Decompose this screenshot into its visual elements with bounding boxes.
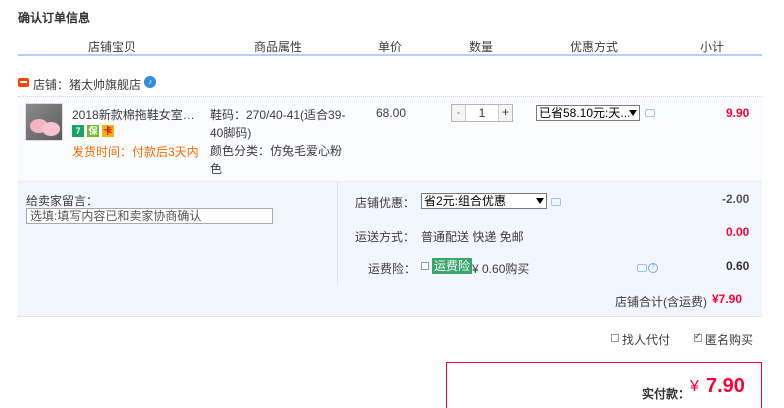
payment-currency: ¥ xyxy=(690,378,699,395)
insurance-label: 运费险： xyxy=(368,262,417,276)
seller-message-label: 给卖家留言： xyxy=(26,194,99,208)
product-name-link[interactable]: 2018新款棉拖鞋女室内... xyxy=(72,106,204,123)
payment-label: 实付款： xyxy=(642,387,691,401)
anonymous-checkbox[interactable] xyxy=(694,331,702,342)
payment-amount: 7.90 xyxy=(706,375,745,397)
item-discount-select[interactable]: 已省58.10元:天... xyxy=(536,105,640,121)
shop-icon xyxy=(18,78,29,87)
guarantee-icon[interactable]: 保 xyxy=(87,125,99,137)
shop-total-label: 店铺合计(含运费) xyxy=(615,295,707,309)
seven-day-return-icon[interactable]: 7 xyxy=(72,125,84,137)
header-shop-item: 店铺宝贝 xyxy=(88,40,137,54)
insurance-value: 0.60 xyxy=(726,259,750,273)
header-unit-price: 单价 xyxy=(378,40,403,54)
shop-name-link[interactable]: 店铺：猪太帅旗舰店 xyxy=(33,76,141,93)
shipping-method-value: 普通配送 快递 免邮 xyxy=(421,230,524,244)
note-icon[interactable] xyxy=(551,198,561,206)
shipping-cost: 0.00 xyxy=(726,225,750,239)
shop-discount-selected: 省2元:组合优惠 xyxy=(424,194,507,208)
sku-size: 鞋码：270/40-41(适合39-40脚码) xyxy=(210,108,346,140)
product-attributes: 鞋码：270/40-41(适合39-40脚码) 颜色分类：仿兔毛爱心粉色 xyxy=(210,106,350,178)
shop-discount-select[interactable]: 省2元:组合优惠 xyxy=(421,193,547,209)
page-title: 确认订单信息 xyxy=(18,11,91,25)
proxy-pay-label[interactable]: 找人代付 xyxy=(622,331,670,348)
sku-color: 颜色分类：仿兔毛爱心粉色 xyxy=(210,144,343,176)
header-attributes: 商品属性 xyxy=(254,40,303,54)
quantity-decrease-button[interactable]: - xyxy=(452,105,466,121)
proxy-pay-checkbox[interactable] xyxy=(611,334,619,342)
unit-price: 68.00 xyxy=(376,106,407,120)
header-discount-method: 优惠方式 xyxy=(570,40,619,54)
anonymous-label[interactable]: 匿名购买 xyxy=(705,331,753,348)
note-icon[interactable] xyxy=(637,264,647,272)
quantity-input[interactable]: 1 xyxy=(467,106,497,120)
shop-discount-value: -2.00 xyxy=(722,192,750,206)
table-header: 店铺宝贝 商品属性 单价 数量 优惠方式 小计 xyxy=(18,32,762,56)
item-discount-value: 已省58.10元:天... xyxy=(539,106,631,120)
shop-total-value: ¥7.90 xyxy=(712,292,743,306)
quantity-stepper[interactable]: - 1 + xyxy=(451,104,513,122)
help-icon[interactable]: ? xyxy=(648,263,658,273)
insurance-checkbox[interactable] xyxy=(421,262,429,270)
header-quantity: 数量 xyxy=(469,40,494,54)
shop-discount-label: 店铺优惠： xyxy=(355,196,416,210)
chat-icon[interactable]: ♪ xyxy=(144,76,156,88)
chevron-down-icon xyxy=(536,198,544,204)
insurance-price: ¥ 0.60购买 xyxy=(472,262,530,276)
product-thumbnail[interactable] xyxy=(25,103,63,141)
extras-divider xyxy=(337,182,338,285)
chevron-down-icon xyxy=(629,110,637,116)
note-icon[interactable] xyxy=(645,109,655,117)
header-subtotal: 小计 xyxy=(700,40,725,54)
quantity-increase-button[interactable]: + xyxy=(498,105,512,121)
insurance-badge: 运费险 xyxy=(432,258,473,274)
shipping-method-label: 运送方式： xyxy=(355,230,416,244)
seller-message-input[interactable]: 选填:填写内容已和卖家协商确认 xyxy=(26,208,273,224)
credit-card-icon[interactable]: 卡 xyxy=(102,125,114,137)
item-subtotal: 9.90 xyxy=(726,106,750,120)
ship-time: 发货时间：付款后3天内 xyxy=(72,145,199,159)
